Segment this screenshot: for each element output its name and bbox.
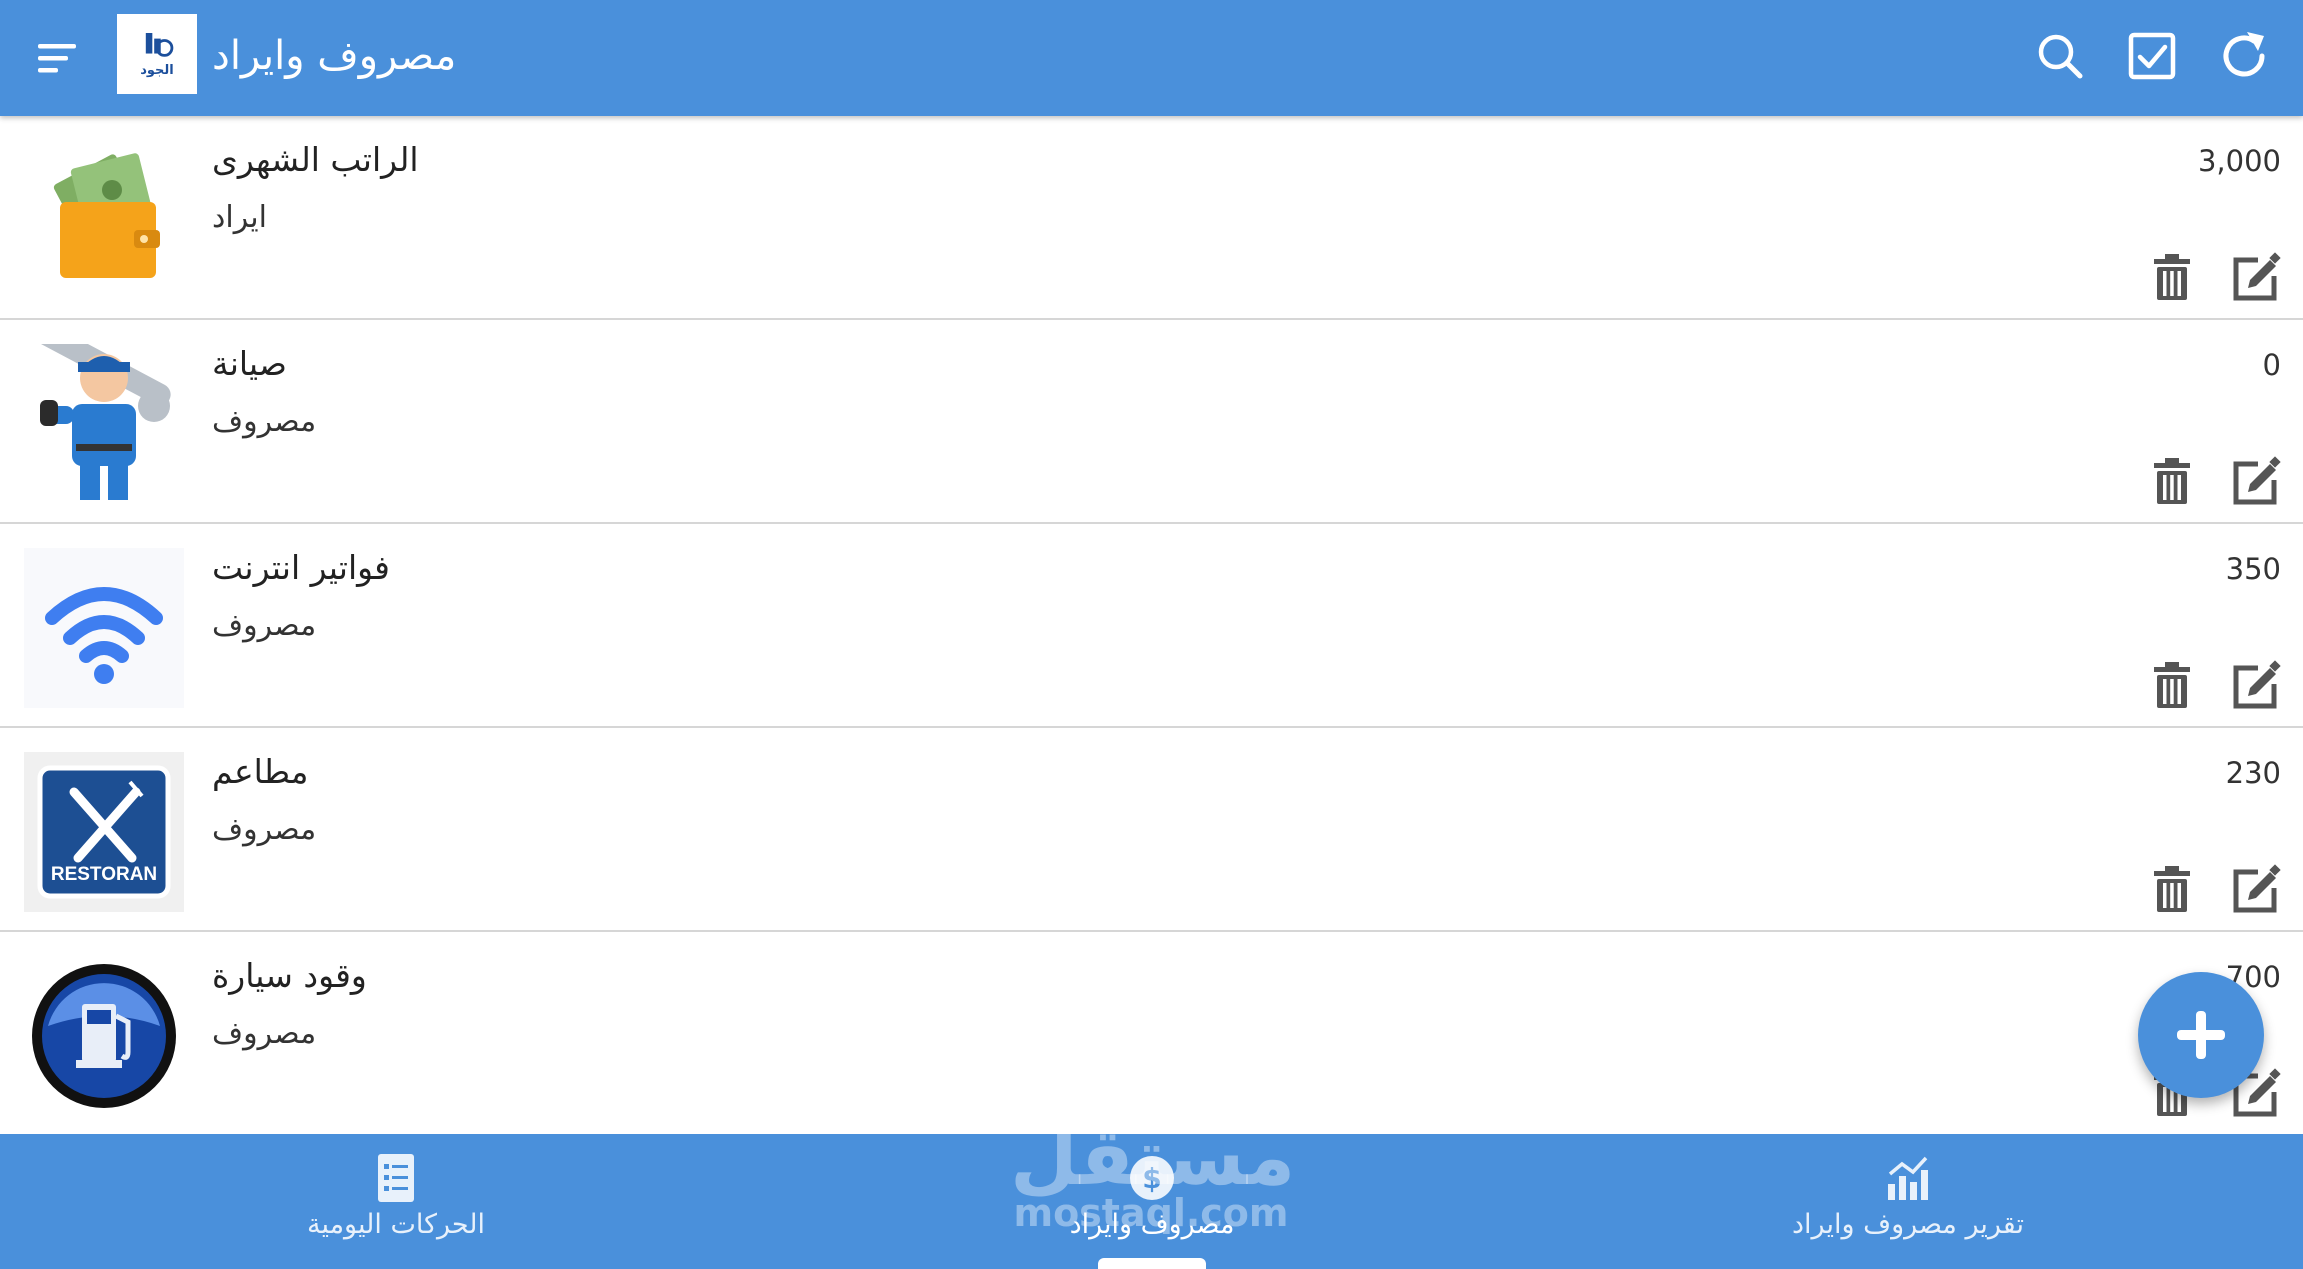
bottom-navigation: الحركات اليومية $ مصروف وايراد تقرير مصر…: [0, 1134, 2303, 1269]
menu-icon[interactable]: [34, 34, 82, 82]
item-name: وقود سيارة: [212, 956, 367, 995]
active-tab-indicator: [1098, 1258, 1206, 1269]
mechanic-image: [24, 344, 184, 504]
restaurant-sign-image: RESTORAN: [24, 752, 184, 912]
nav-report[interactable]: تقرير مصروف وايراد: [1608, 1134, 2208, 1269]
app-bar: الجود مصروف وايراد: [0, 0, 2303, 116]
item-amount: 0: [2262, 348, 2281, 382]
refresh-icon[interactable]: [2214, 26, 2274, 86]
money-icon: $: [1124, 1150, 1180, 1206]
chart-icon: [1880, 1150, 1936, 1206]
list-item[interactable]: RESTORAN مطاعم مصروف 230: [0, 730, 2303, 932]
trash-icon[interactable]: [2144, 250, 2200, 306]
item-type: مصروف: [212, 404, 317, 439]
trash-icon[interactable]: [2144, 658, 2200, 714]
nav-label: مصروف وايراد: [1069, 1209, 1235, 1240]
item-type: مصروف: [212, 608, 317, 643]
nav-label: الحركات اليومية: [306, 1209, 486, 1240]
item-name: صيانة: [212, 344, 287, 383]
wifi-image: [24, 548, 184, 708]
item-type: مصروف: [212, 1016, 317, 1051]
nav-daily-transactions[interactable]: الحركات اليومية: [96, 1134, 696, 1269]
restaurant-sign-label: RESTORAN: [50, 864, 158, 885]
fuel-pump-image: [24, 956, 184, 1116]
app-logo: الجود: [117, 14, 197, 94]
item-amount: 3,000: [2197, 144, 2281, 178]
search-icon[interactable]: [2030, 26, 2090, 86]
plus-icon: [2177, 1011, 2225, 1059]
edit-icon[interactable]: [2228, 658, 2284, 714]
trash-icon[interactable]: [2144, 454, 2200, 510]
checkbox-icon[interactable]: [2122, 26, 2182, 86]
list-item[interactable]: وقود سيارة مصروف 700: [0, 934, 2303, 1134]
item-name: فواتير انترنت: [212, 548, 390, 587]
item-name: مطاعم: [212, 752, 309, 791]
page-title: مصروف وايراد: [212, 33, 457, 79]
wallet-money-image: [24, 140, 184, 300]
transactions-list: الراتب الشهرى ايراد 3,000 صيانة مصروف 0 …: [0, 118, 2303, 1134]
item-amount: 350: [2225, 552, 2281, 586]
list-item[interactable]: صيانة مصروف 0: [0, 322, 2303, 524]
add-item-button[interactable]: [2138, 972, 2264, 1098]
item-type: مصروف: [212, 812, 317, 847]
list-item[interactable]: فواتير انترنت مصروف 350: [0, 526, 2303, 728]
item-type: ايراد: [212, 200, 267, 235]
edit-icon[interactable]: [2228, 454, 2284, 510]
nav-income-expense[interactable]: $ مصروف وايراد: [852, 1134, 1452, 1269]
app-logo-text: الجود: [140, 63, 174, 78]
item-amount: 230: [2225, 756, 2281, 790]
list-icon: [368, 1150, 424, 1206]
trash-icon[interactable]: [2144, 862, 2200, 918]
svg-text:$: $: [1142, 1162, 1161, 1195]
nav-label: تقرير مصروف وايراد: [1792, 1209, 2024, 1240]
item-name: الراتب الشهرى: [212, 140, 419, 179]
edit-icon[interactable]: [2228, 862, 2284, 918]
edit-icon[interactable]: [2228, 250, 2284, 306]
list-item[interactable]: الراتب الشهرى ايراد 3,000: [0, 118, 2303, 320]
